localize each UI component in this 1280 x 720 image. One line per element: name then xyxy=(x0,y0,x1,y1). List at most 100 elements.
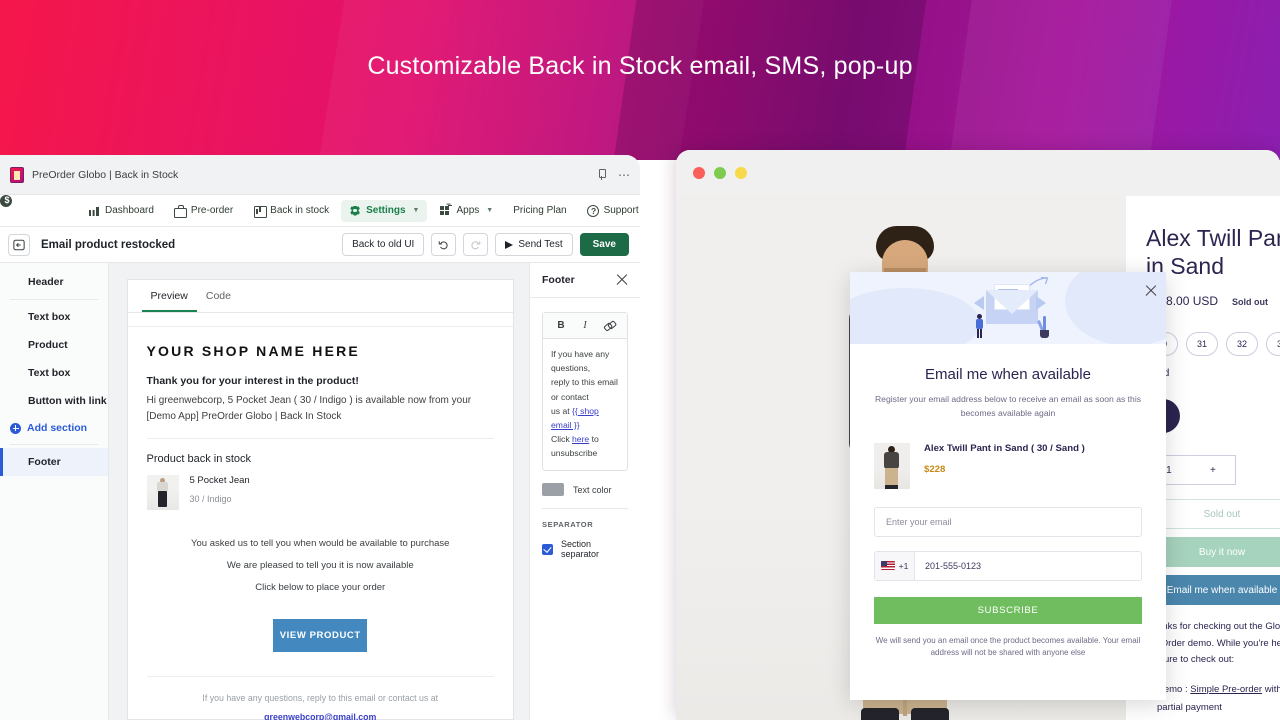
app-titlebar: PreOrder Globo | Back in Stock ⋯ xyxy=(0,155,640,195)
close-icon[interactable] xyxy=(616,274,628,286)
page-title: Email product restocked xyxy=(41,238,176,251)
divider xyxy=(10,444,98,445)
section-separator-row[interactable]: Section separator xyxy=(542,539,628,559)
screenshot-root: Customizable Back in Stock email, SMS, p… xyxy=(0,0,1280,720)
popup-phone-input[interactable]: 201-555-0123 xyxy=(915,552,1141,580)
popup-product-info: Alex Twill Pant in Sand ( 30 / Sand ) $2… xyxy=(924,443,1085,475)
size-option-32[interactable]: 32 xyxy=(1226,332,1258,357)
section-item-button-with-link[interactable]: Button with link xyxy=(0,387,108,415)
popup-product-row: Alex Twill Pant in Sand ( 30 / Sand ) $2… xyxy=(874,442,1142,489)
settings-header: Footer xyxy=(530,263,640,298)
nav-item-pre-order[interactable]: Pre-order xyxy=(166,200,241,222)
quantity-plus-button[interactable]: + xyxy=(1210,465,1216,476)
undo-button[interactable] xyxy=(431,233,457,256)
maximize-window-dot[interactable] xyxy=(714,167,726,179)
preorder-icon xyxy=(174,204,188,218)
email-shop-name: YOUR SHOP NAME HERE xyxy=(146,343,360,359)
text-color-label: Text color xyxy=(573,484,612,495)
link-button[interactable] xyxy=(597,318,621,333)
section-item-text-box-2[interactable]: Text box xyxy=(0,359,108,387)
section-item-text-box-1[interactable]: Text box xyxy=(0,303,108,331)
demo-link-simple-preorder[interactable]: Simple Pre-order xyxy=(1190,684,1262,695)
tab-code[interactable]: Code xyxy=(197,280,240,312)
nav-item-apps[interactable]: Apps ▼ xyxy=(431,200,501,222)
text-color-row[interactable]: Text color xyxy=(542,483,628,497)
nav-item-pricing-plan[interactable]: Pricing Plan xyxy=(0,195,574,221)
divider xyxy=(146,438,494,439)
popup-subtitle: Register your email address below to rec… xyxy=(874,394,1142,418)
quantity-value: 1 xyxy=(1166,464,1172,476)
email-product-name: 5 Pocket Jean xyxy=(189,475,250,486)
email-me-when-available-button[interactable]: Email me when available xyxy=(1146,575,1280,606)
minimize-window-dot[interactable] xyxy=(735,167,747,179)
view-product-button[interactable]: VIEW PRODUCT xyxy=(273,619,368,652)
demo-links-list: Demo : Simple Pre-order with partial pay… xyxy=(1146,680,1280,720)
app-navbar: Dashboard Pre-order Back in stock Settin… xyxy=(0,195,640,227)
email-footer-email-wrap: greenwebcorp@gmail.com xyxy=(147,710,495,720)
color-swatch[interactable] xyxy=(542,483,564,497)
plus-circle-icon xyxy=(10,422,21,434)
nav-label: Pre-order xyxy=(190,205,234,216)
close-window-dot[interactable] xyxy=(693,167,705,179)
country-selector[interactable]: +1 xyxy=(875,551,915,580)
italic-button[interactable]: I xyxy=(573,318,597,333)
popup-email-input[interactable]: Enter your email xyxy=(874,506,1142,537)
nav-item-back-in-stock[interactable]: Back in stock xyxy=(245,200,337,222)
rte-unsubscribe-link[interactable]: here xyxy=(572,434,589,444)
section-item-header[interactable]: Header xyxy=(0,268,108,296)
subscribe-button[interactable]: SUBSCRIBE xyxy=(874,596,1142,624)
rte-line-2: reply to this email or contact xyxy=(551,377,618,402)
apps-icon xyxy=(439,204,453,217)
redo-icon xyxy=(471,241,481,250)
send-test-label: Send Test xyxy=(518,239,563,250)
add-section-button[interactable]: Add section xyxy=(0,415,108,441)
bold-button[interactable]: B xyxy=(549,318,573,333)
app-title: PreOrder Globo | Back in Stock xyxy=(32,168,179,181)
rte-line-4: Click here to unsubscribe xyxy=(551,434,599,459)
sold-out-tag: Sold out xyxy=(1232,297,1269,308)
popup-body: Email me when available Register your em… xyxy=(850,344,1166,660)
back-button[interactable] xyxy=(8,233,30,256)
settings-panel: Footer B I If you have any questions, re… xyxy=(529,263,640,720)
size-selector: 30 31 32 33 xyxy=(1146,332,1280,357)
pin-icon[interactable] xyxy=(597,169,606,180)
email-footer-email-link[interactable]: greenwebcorp@gmail.com xyxy=(264,712,376,720)
section-item-footer[interactable]: Footer xyxy=(0,448,108,476)
nav-label: Settings xyxy=(366,205,406,216)
section-separator-checkbox[interactable] xyxy=(542,543,553,555)
sections-sidebar: Header Text box Product Text box Button … xyxy=(0,263,109,720)
buy-it-now-button[interactable]: Buy it now xyxy=(1146,537,1280,568)
hero-banner: Customizable Back in Stock email, SMS, p… xyxy=(0,0,1280,160)
nav-item-support[interactable]: Support ▼ xyxy=(579,200,640,222)
popup-close-icon[interactable] xyxy=(1145,285,1157,297)
back-arrow-icon xyxy=(13,239,25,250)
save-button[interactable]: Save xyxy=(579,233,629,256)
back-in-stock-popup: Email me when available Register your em… xyxy=(850,272,1166,700)
browser-chrome xyxy=(676,150,1280,196)
back-to-old-ui-button[interactable]: Back to old UI xyxy=(342,233,425,256)
product-description: Thanks for checking out the Globo PreOrd… xyxy=(1146,621,1280,666)
product-thumbnail xyxy=(146,475,179,510)
send-test-button[interactable]: Send Test xyxy=(495,233,573,256)
section-item-product[interactable]: Product xyxy=(0,331,108,359)
email-product-row: 5 Pocket Jean 30 / Indigo xyxy=(146,475,495,510)
dashboard-icon xyxy=(88,205,100,217)
nav-item-settings[interactable]: Settings ▼ xyxy=(341,199,428,222)
redo-button[interactable] xyxy=(463,233,489,256)
undo-icon xyxy=(439,241,448,250)
chevron-down-icon: ▼ xyxy=(486,207,494,214)
size-option-33[interactable]: 33 xyxy=(1266,332,1280,357)
tab-preview[interactable]: Preview xyxy=(141,280,197,312)
rte-content[interactable]: If you have any questions, reply to this… xyxy=(543,339,627,470)
email-preview-pane: Preview Code YOUR SHOP NAME HERE Thank y… xyxy=(108,263,529,720)
sold-out-button[interactable]: Sold out xyxy=(1146,499,1280,530)
size-option-31[interactable]: 31 xyxy=(1186,332,1218,357)
more-options-icon[interactable]: ⋯ xyxy=(618,168,630,182)
email-product-heading: Product back in stock xyxy=(146,453,252,465)
add-section-label: Add section xyxy=(27,422,88,434)
us-flag-icon xyxy=(880,561,895,570)
email-intro-text: Hi greenwebcorp, 5 Pocket Jean ( 30 / In… xyxy=(146,395,472,422)
nav-item-dashboard[interactable]: Dashboard xyxy=(80,200,162,222)
settings-body: B I If you have any questions, reply to … xyxy=(530,298,640,559)
chevron-down-icon: ▼ xyxy=(412,207,420,214)
